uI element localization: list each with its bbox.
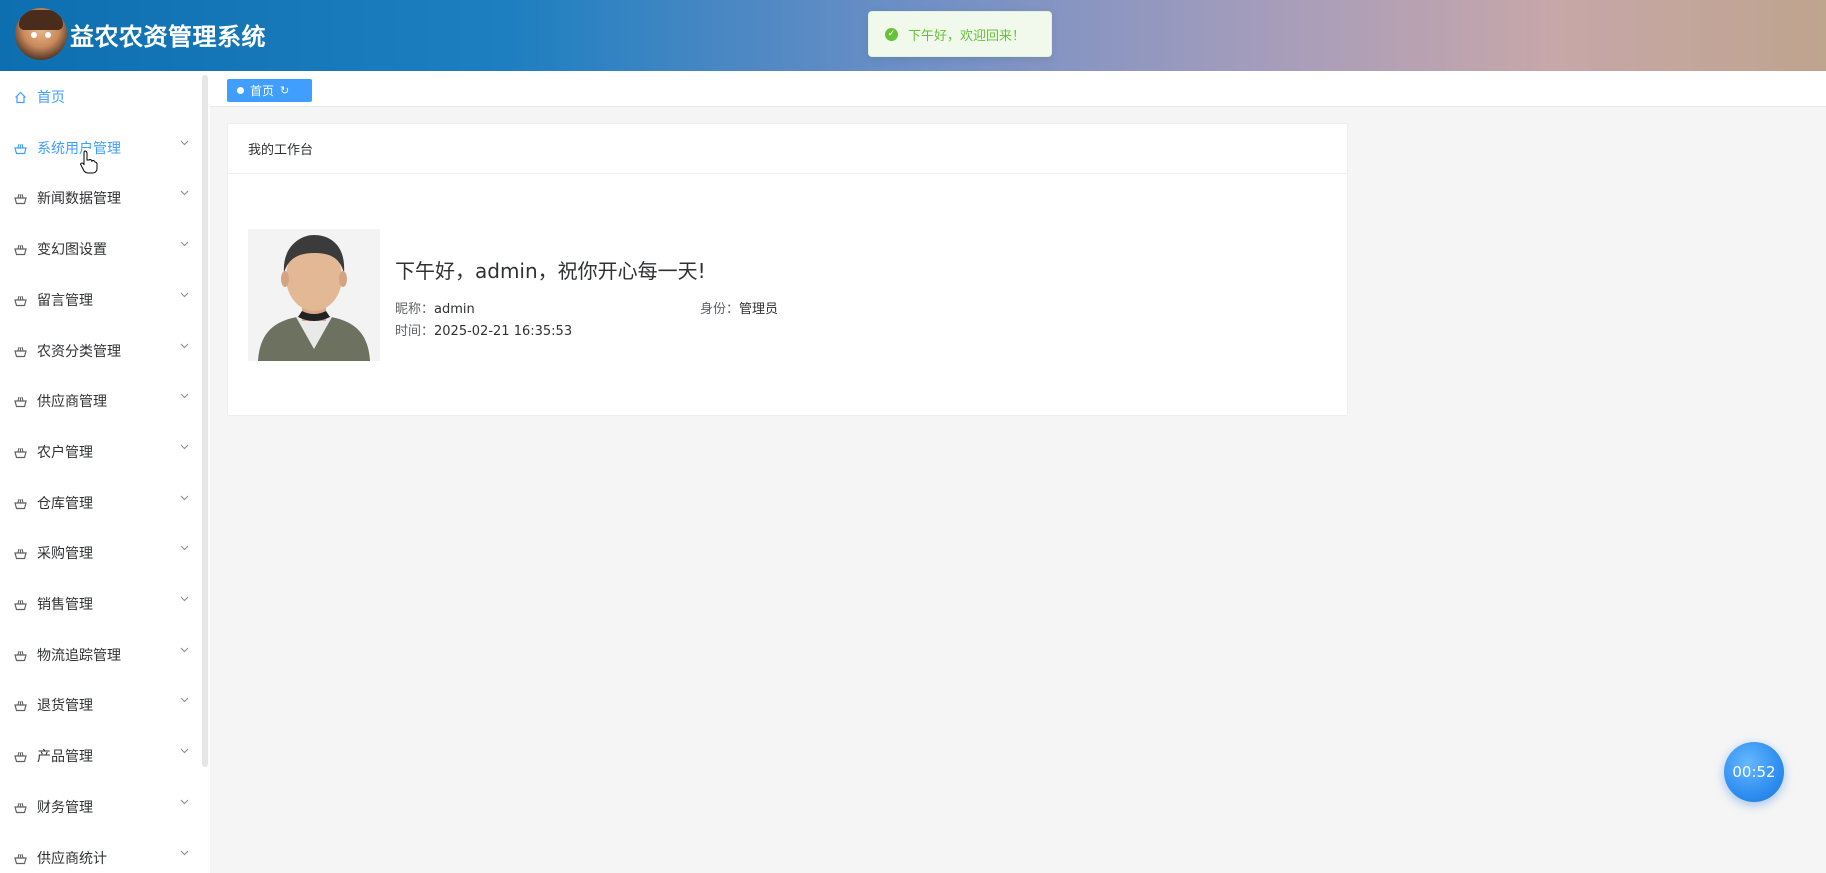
sidebar-item[interactable]: 系统用户管理 — [0, 123, 200, 173]
basket-icon — [14, 751, 27, 763]
tab-home[interactable]: 首页 ↻ — [227, 79, 312, 102]
basket-icon — [14, 853, 27, 864]
chevron-down-icon — [180, 596, 189, 602]
chevron-down-icon — [180, 799, 189, 805]
time-label: 时间： — [395, 324, 435, 339]
role-label: 身份： — [700, 302, 740, 317]
sidebar-item[interactable]: 新闻数据管理 — [0, 173, 200, 223]
chevron-down-icon — [180, 343, 189, 348]
sidebar-item[interactable]: 首页 — [0, 72, 200, 122]
chevron-down-icon — [180, 190, 189, 196]
chevron-down-icon — [180, 748, 189, 754]
time-info: 时间：2025-02-21 16:35:53 — [395, 320, 572, 339]
home-icon — [15, 91, 26, 104]
role-value: 管理员 — [739, 302, 779, 317]
sidebar-item-label: 变幻图设置 — [37, 242, 107, 259]
sidebar-item-label: 系统用户管理 — [37, 140, 121, 157]
sidebar-item[interactable]: 供应商统计 — [0, 833, 200, 873]
basket-icon — [14, 447, 27, 458]
sidebar-item-label: 产品管理 — [37, 749, 93, 766]
basket-icon — [14, 650, 27, 661]
sidebar-item-label: 农户管理 — [37, 444, 93, 461]
sidebar-item-label: 供应商统计 — [37, 850, 107, 867]
sidebar-item-label: 财务管理 — [37, 799, 93, 816]
sidebar-item-label: 供应商管理 — [37, 394, 107, 411]
check-circle-icon: ✓ — [885, 27, 898, 41]
sidebar-item-label: 新闻数据管理 — [37, 191, 121, 208]
chevron-down-icon — [180, 393, 189, 399]
sidebar-item-label: 采购管理 — [37, 546, 93, 563]
sidebar-scrollbar[interactable] — [202, 75, 208, 767]
success-toast: ✓ 下午好，欢迎回来！ — [868, 11, 1052, 57]
time-value: 2025-02-21 16:35:53 — [434, 324, 573, 339]
chevron-down-icon — [180, 140, 189, 146]
chevron-down-icon — [180, 545, 189, 551]
basket-icon — [14, 549, 27, 560]
sidebar-item[interactable]: 农资分类管理 — [0, 326, 200, 376]
sidebar-item[interactable]: 物流追踪管理 — [0, 630, 200, 680]
workbench-card: 我的工作台 下午好，admin，祝你开心每一天! 昵称：admin 身份：管理员… — [227, 123, 1348, 416]
chevron-down-icon — [180, 647, 189, 653]
sidebar-menu: 首页系统用户管理 新闻数据管理 变幻图设置留言管理农资分类管理 供应商管理农户管理仓库… — [0, 71, 210, 873]
sidebar-item[interactable]: 农户管理 — [0, 427, 200, 477]
app-title: 益农农资管理系统 — [70, 23, 266, 51]
sidebar-item[interactable]: 退货管理 — [0, 680, 200, 730]
chevron-down-icon — [180, 495, 189, 500]
sidebar-item[interactable]: 供应商管理 — [0, 376, 200, 426]
basket-icon — [14, 599, 27, 611]
logo — [15, 8, 67, 60]
role-info: 身份：管理员 — [700, 298, 778, 317]
timer-bubble[interactable]: 00:52 — [1724, 742, 1784, 802]
sidebar-item-label: 物流追踪管理 — [37, 647, 121, 664]
card-title: 我的工作台 — [228, 124, 1347, 174]
tab-label: 首页 — [250, 84, 275, 98]
basket-icon — [14, 498, 27, 509]
sidebar-item-label: 留言管理 — [37, 292, 93, 309]
sidebar-item[interactable]: 仓库管理 — [0, 478, 200, 528]
chevron-down-icon — [180, 850, 189, 855]
chevron-down-icon — [180, 292, 189, 298]
sidebar-item-label: 销售管理 — [37, 597, 93, 613]
avatar — [248, 229, 380, 361]
basket-icon — [14, 295, 27, 306]
nickname-value: admin — [434, 302, 475, 317]
hand-cursor-icon — [80, 150, 98, 174]
toast-message: 下午好，欢迎回来！ — [908, 28, 1026, 44]
sidebar-item-label: 仓库管理 — [37, 495, 93, 512]
basket-icon — [14, 701, 27, 712]
chevron-down-icon — [180, 444, 189, 450]
chevron-down-icon — [180, 241, 189, 247]
sidebar-item-label: 农资分类管理 — [37, 343, 121, 360]
sidebar-item[interactable]: 财务管理 — [0, 782, 200, 832]
basket-icon — [14, 244, 27, 256]
sidebar-item[interactable]: 变幻图设置 — [0, 224, 200, 274]
sidebar-item[interactable]: 采购管理 — [0, 528, 200, 578]
sidebar-item[interactable]: 产品管理 — [0, 731, 200, 781]
sidebar-item[interactable]: 留言管理 — [0, 275, 200, 325]
nickname-info: 昵称：admin — [395, 298, 475, 317]
basket-icon — [14, 802, 27, 813]
basket-icon — [14, 143, 27, 154]
nickname-label: 昵称： — [395, 302, 435, 317]
basket-icon — [14, 397, 27, 408]
refresh-icon[interactable]: ↻ — [280, 84, 289, 97]
basket-icon — [14, 194, 27, 205]
greeting-text: 下午好，admin，祝你开心每一天! — [395, 259, 706, 283]
sidebar-item-label: 退货管理 — [37, 698, 93, 715]
active-dot-icon — [237, 87, 244, 94]
tabs-bar: 首页 ↻ — [210, 71, 1826, 107]
basket-icon — [14, 346, 27, 357]
chevron-down-icon — [180, 697, 189, 703]
sidebar-item-label: 首页 — [37, 90, 65, 106]
sidebar-item[interactable]: 销售管理 — [0, 579, 200, 629]
